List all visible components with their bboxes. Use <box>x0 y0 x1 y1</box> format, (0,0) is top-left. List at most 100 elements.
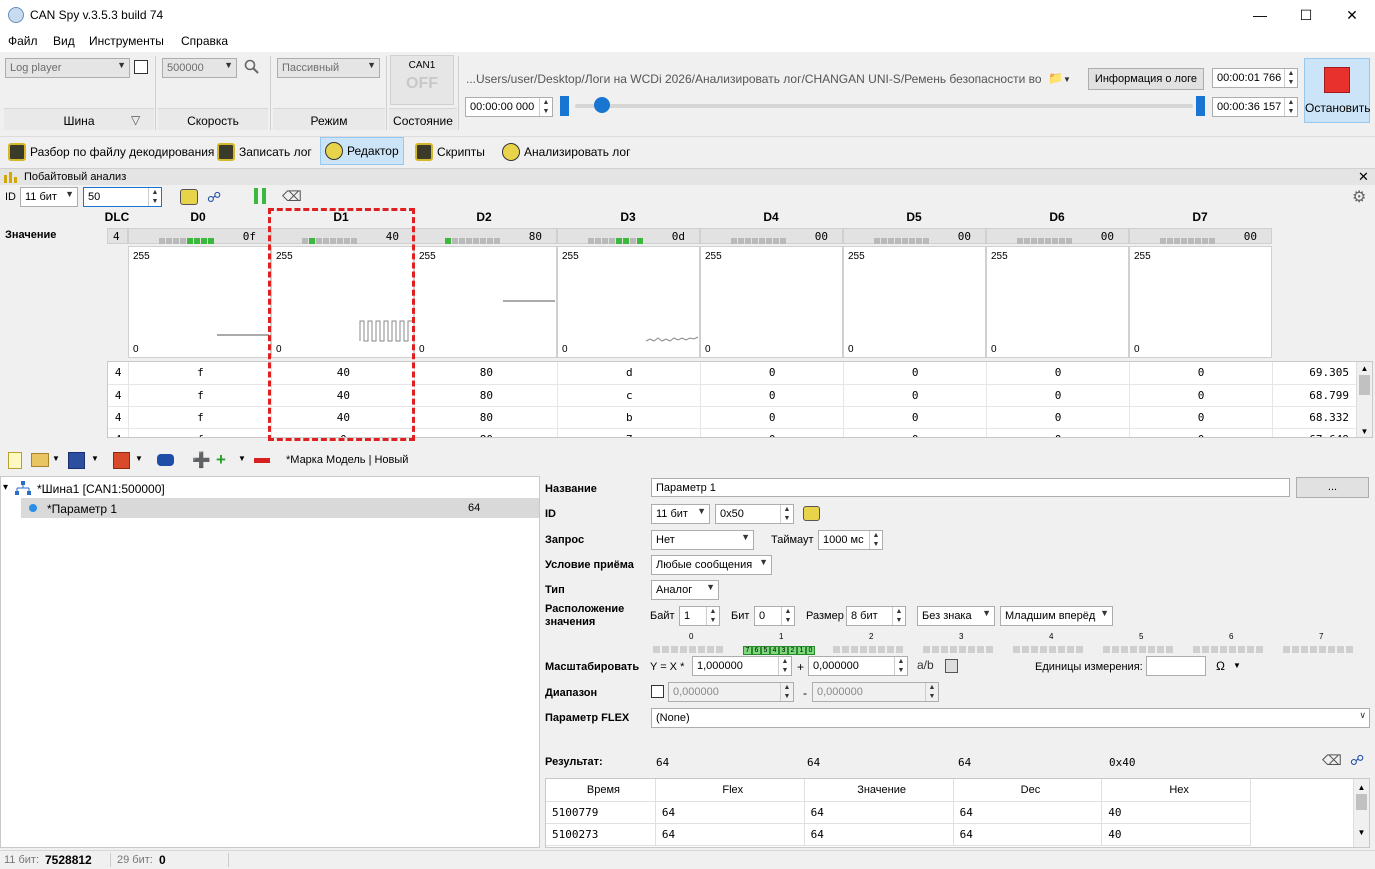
param-id-search-icon[interactable] <box>803 506 820 521</box>
selected-bit[interactable]: 2 <box>788 646 797 655</box>
param-id-type-combo[interactable]: 11 бит ▼ <box>651 504 710 524</box>
result-column-header[interactable]: Hex <box>1101 779 1251 802</box>
result-column-header[interactable]: Значение <box>804 779 954 802</box>
units-input[interactable] <box>1146 656 1206 676</box>
tree-bus-label[interactable]: *Шина1 [CAN1:500000] <box>37 482 165 496</box>
range-start-handle[interactable] <box>560 96 569 116</box>
condition-combo[interactable]: Любые сообщения ▼ <box>651 555 772 575</box>
result-column-header[interactable]: Flex <box>655 779 805 802</box>
end-time-field[interactable]: 00:00:36 157 ▲ ▼ <box>1212 97 1298 117</box>
remove-icon[interactable] <box>254 458 270 463</box>
current-time-field[interactable]: 00:00:01 766 ▲ ▼ <box>1212 68 1298 88</box>
request-combo[interactable]: Нет ▼ <box>651 530 754 550</box>
byte-bit-group[interactable]: 76543210 <box>743 641 815 655</box>
playback-handle[interactable] <box>593 97 610 113</box>
byte-order-combo[interactable]: Младшим вперёд ▼ <box>1000 606 1113 626</box>
result-eraser-icon[interactable]: ⌫ <box>1322 752 1342 769</box>
result-column-header[interactable]: Время <box>546 779 656 802</box>
selected-bit[interactable]: 3 <box>779 646 788 655</box>
tab-scripts[interactable]: Скрипты <box>411 139 489 165</box>
tab-record-log[interactable]: Записать лог <box>213 139 316 165</box>
scale-multiplier-input[interactable]: 1,000000 ▲ ▼ <box>692 656 792 676</box>
selected-bit[interactable]: 1 <box>797 646 806 655</box>
table-scrollbar[interactable]: ▲ ▼ <box>1356 362 1372 437</box>
add-node-icon[interactable]: ➕ <box>192 451 211 469</box>
result-scrollbar[interactable]: ▲ ▼ <box>1353 779 1369 847</box>
menu-file[interactable]: Файл <box>8 34 38 48</box>
blocks-icon[interactable] <box>113 452 130 469</box>
bus-checkbox[interactable] <box>134 60 148 74</box>
open-folder-icon[interactable] <box>31 453 49 467</box>
menu-help[interactable]: Справка <box>181 34 228 48</box>
eraser-icon[interactable]: ⌫ <box>282 188 302 205</box>
add-icon[interactable]: + <box>216 450 226 470</box>
selected-bit[interactable]: 5 <box>761 646 770 655</box>
units-symbol-icon[interactable]: Ω <box>1216 659 1225 673</box>
settings-gear-icon[interactable]: ⚙ <box>1352 187 1366 207</box>
result-row[interactable]: 5100779 64 64 64 40 <box>546 801 1251 824</box>
byte-bit-group[interactable] <box>833 642 905 653</box>
selected-bit[interactable]: 4 <box>770 646 779 655</box>
result-column-header[interactable]: Dec <box>953 779 1103 802</box>
menu-view[interactable]: Вид <box>53 34 75 48</box>
byte-bit-group[interactable] <box>1103 642 1175 653</box>
tab-editor[interactable]: Редактор <box>320 137 404 165</box>
calculator-icon[interactable] <box>945 659 958 673</box>
result-connect-icon[interactable]: ☍ <box>1350 752 1364 769</box>
byte-bit-group[interactable] <box>1193 642 1265 653</box>
collapse-icon[interactable]: ▾ <box>3 482 8 493</box>
log-info-button[interactable]: Информация о логе <box>1088 68 1204 90</box>
bus-combo[interactable]: Log player ▼ <box>5 58 130 78</box>
folder-icon[interactable]: 📁▼ <box>1048 71 1078 87</box>
speed-combo[interactable]: 500000 ▼ <box>162 58 237 78</box>
byte-bit-group[interactable] <box>653 642 725 653</box>
search-icon[interactable] <box>244 59 260 75</box>
name-input[interactable]: Параметр 1 <box>651 478 1290 497</box>
range-max-input[interactable]: 0,000000 ▲ ▼ <box>812 682 939 702</box>
result-row[interactable]: 5100273 64 64 64 40 <box>546 823 1251 846</box>
selected-bit[interactable]: 0 <box>806 646 815 655</box>
tree-param-row[interactable]: *Параметр 1 64 <box>21 498 539 518</box>
sign-combo[interactable]: Без знака ▼ <box>917 606 995 626</box>
size-input[interactable]: 8 бит ▲ ▼ <box>846 606 906 626</box>
selected-bit[interactable]: 7 <box>743 646 752 655</box>
filter-icon[interactable]: ▽ <box>131 113 140 127</box>
byte-input[interactable]: 1 ▲ ▼ <box>679 606 720 626</box>
maximize-icon[interactable]: ☐ <box>1283 0 1329 30</box>
close-icon[interactable]: ✕ <box>1329 0 1375 30</box>
range-checkbox[interactable] <box>651 685 664 698</box>
playback-track[interactable] <box>575 104 1193 108</box>
flex-combo[interactable]: (None) ∨ <box>651 708 1370 728</box>
type-combo[interactable]: Аналог ▼ <box>651 580 719 600</box>
selected-bit[interactable]: 6 <box>752 646 761 655</box>
result-table[interactable]: Время Flex Значение Dec Hex 5100779 64 64 64 40 5… <box>545 778 1370 848</box>
minimize-icon[interactable]: — <box>1237 0 1283 30</box>
range-min-input[interactable]: 0,000000 ▲ ▼ <box>668 682 794 702</box>
menu-tools[interactable]: Инструменты <box>89 34 164 48</box>
name-more-button[interactable]: ... <box>1296 477 1369 498</box>
start-time-field[interactable]: 00:00:00 000 ▲ ▼ <box>465 97 553 117</box>
tab-analyze-log[interactable]: Анализировать лог <box>498 139 634 165</box>
byte-bit-group[interactable] <box>1013 642 1085 653</box>
new-file-icon[interactable] <box>8 452 22 469</box>
save-icon[interactable] <box>68 452 85 469</box>
car-icon[interactable] <box>157 454 174 466</box>
range-end-handle[interactable] <box>1196 96 1205 116</box>
byte-bit-group[interactable] <box>1283 642 1355 653</box>
bit-input[interactable]: 0 ▲ ▼ <box>754 606 795 626</box>
tab-decode-file[interactable]: Разбор по файлу декодирования <box>4 139 218 165</box>
parameter-tree[interactable]: ▾ *Шина1 [CAN1:500000] *Параметр 1 64 <box>0 476 540 848</box>
can-state-box[interactable]: CAN1 OFF <box>390 55 454 105</box>
scale-offset-input[interactable]: 0,000000 ▲ ▼ <box>808 656 908 676</box>
panel-close-icon[interactable]: ✕ <box>1358 169 1369 185</box>
id-search-icon[interactable] <box>180 189 198 205</box>
param-id-input[interactable]: 0x50 ▲ ▼ <box>715 504 794 524</box>
id-value-input[interactable]: 50 ▲ ▼ <box>83 187 162 207</box>
pause-icon[interactable] <box>254 188 258 204</box>
fraction-icon[interactable]: a/b <box>917 658 934 672</box>
stop-button[interactable]: Остановить <box>1304 58 1371 123</box>
timeout-input[interactable]: 1000 мс ▲ ▼ <box>818 530 883 550</box>
connect-icon[interactable]: ☍ <box>207 189 221 206</box>
mode-combo[interactable]: Пассивный ▼ <box>277 58 380 78</box>
id-type-combo[interactable]: 11 бит ▼ <box>20 187 78 207</box>
